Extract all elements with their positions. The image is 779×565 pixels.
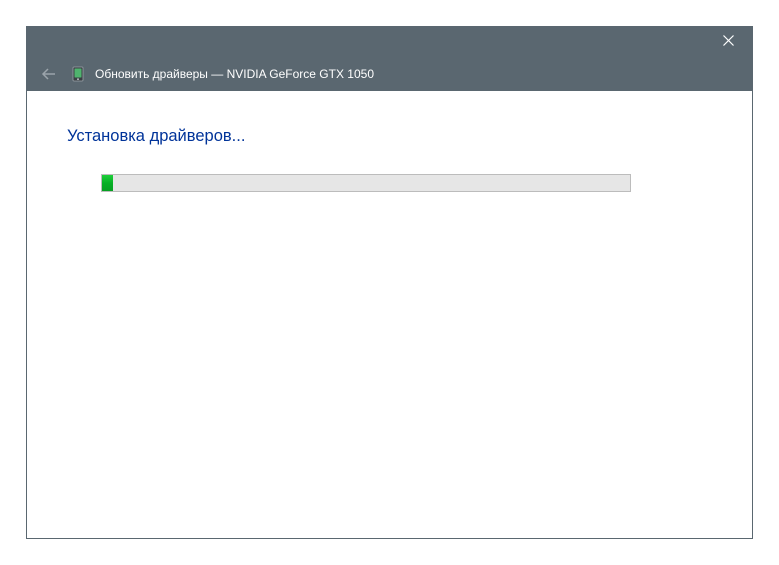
close-button[interactable] [708,27,748,57]
device-icon [71,66,85,82]
outer-frame: Обновить драйверы — NVIDIA GeForce GTX 1… [0,0,779,565]
wizard-header: Обновить драйверы — NVIDIA GeForce GTX 1… [27,57,752,91]
back-button [41,66,57,82]
close-icon [723,33,734,51]
titlebar [27,27,752,57]
driver-update-window: Обновить драйверы — NVIDIA GeForce GTX 1… [26,26,753,539]
status-heading: Установка драйверов... [67,127,712,146]
progress-fill [102,175,113,191]
progress-bar [101,174,631,192]
content-area: Установка драйверов... [27,91,752,538]
window-title: Обновить драйверы — NVIDIA GeForce GTX 1… [95,67,374,81]
